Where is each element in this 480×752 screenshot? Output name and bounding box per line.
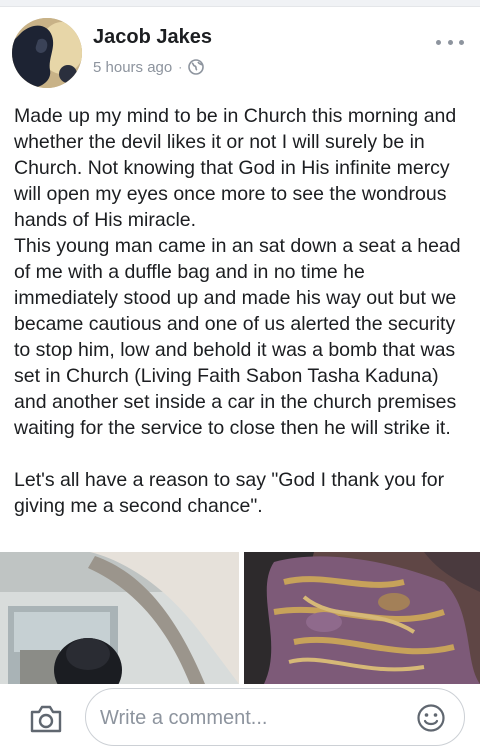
post-meta: 5 hours ago ·	[93, 57, 205, 77]
post-photo-1[interactable]	[0, 552, 239, 684]
top-divider	[0, 0, 480, 7]
post-timestamp[interactable]: 5 hours ago	[93, 59, 172, 76]
post-photo-2[interactable]	[244, 552, 480, 684]
camera-icon[interactable]	[29, 704, 63, 734]
comment-placeholder: Write a comment...	[100, 707, 268, 729]
emoji-icon[interactable]	[416, 703, 446, 733]
more-dot	[459, 39, 464, 45]
avatar-image	[12, 18, 82, 88]
author-name[interactable]: Jacob Jakes	[93, 26, 212, 49]
avatar[interactable]	[12, 18, 82, 88]
photo-2-image	[244, 552, 480, 684]
post-text: Made up my mind to be in Church this mor…	[14, 105, 461, 517]
comment-composer: Write a comment...	[0, 684, 480, 752]
more-icon[interactable]	[436, 38, 464, 46]
meta-separator: ·	[178, 60, 183, 74]
more-dot	[447, 39, 453, 45]
photo-1-image	[0, 552, 239, 684]
globe-icon	[188, 59, 205, 75]
comment-input[interactable]: Write a comment...	[85, 688, 465, 746]
more-dot	[436, 39, 441, 45]
photo-grid	[0, 552, 480, 684]
